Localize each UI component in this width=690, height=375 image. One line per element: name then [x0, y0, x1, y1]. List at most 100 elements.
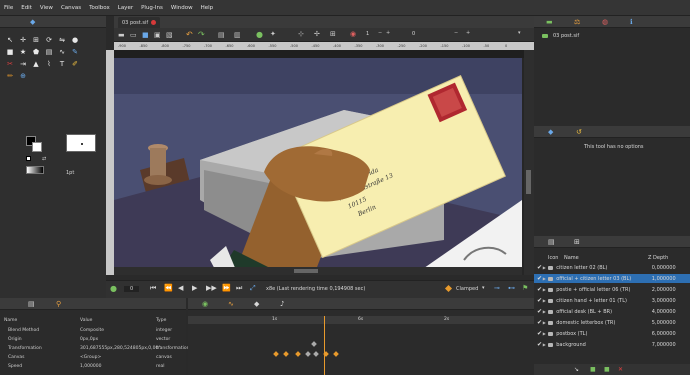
time-ruler[interactable]: 1s 6s 2s	[188, 316, 534, 324]
redo-icon[interactable]: ↷	[198, 30, 205, 39]
animation-mode-icon[interactable]: ●	[110, 284, 117, 293]
brush-size-preview[interactable]	[66, 134, 96, 152]
param-row[interactable]: Origin 0px,0px vector	[0, 335, 186, 344]
seek-next-frame-icon[interactable]: ▶▶	[206, 284, 217, 292]
bounds-icon[interactable]: ⤢	[250, 284, 256, 293]
preview-icon[interactable]: ▤	[218, 31, 225, 39]
layer-row[interactable]: ✔ ▶ official + citizen letter 03 (BL) 1,000…	[534, 274, 690, 283]
document-tab[interactable]: 03 post.sif	[118, 17, 161, 28]
width-value[interactable]: 1pt	[66, 170, 74, 176]
interpolation-dropdown-icon[interactable]: ▾	[482, 285, 485, 291]
sound-tab-icon[interactable]: ♪	[280, 300, 284, 308]
menu-item-file[interactable]: File	[4, 5, 13, 11]
rotate-tool-icon[interactable]: ⟳	[45, 36, 53, 44]
open-icon[interactable]: ▭	[130, 31, 137, 39]
snap-grid-icon[interactable]: ✢	[314, 30, 320, 38]
menu-item-view[interactable]: View	[40, 5, 53, 11]
param-row[interactable]: Transformation 301,687555px,280,524805px,…	[0, 344, 189, 353]
canvas-scene[interactable]: INGA Musikschule Frida Wellentinstraße 1…	[114, 50, 534, 275]
current-time-field[interactable]: 0	[124, 286, 140, 292]
close-tab-icon[interactable]	[151, 20, 157, 25]
menu-item-layer[interactable]: Layer	[118, 5, 133, 11]
params-tab-icon[interactable]: ▤	[28, 300, 35, 308]
layer-row[interactable]: ✔ ▶ domestic letterbox (TR) 5,000000	[534, 318, 690, 327]
layer-row[interactable]: ✔ ▶ postbox (TL) 6,000000	[534, 329, 690, 338]
text-tool-icon[interactable]: T	[58, 60, 66, 68]
quality-icon[interactable]: ▥	[234, 31, 241, 39]
param-value[interactable]: 1,000000	[80, 364, 101, 369]
width-tool-icon[interactable]: ⇥	[19, 60, 27, 68]
param-value[interactable]: <Group>	[80, 355, 101, 360]
expand-layer-icon[interactable]: ▶	[543, 309, 548, 314]
menu-item-edit[interactable]: Edit	[21, 5, 32, 11]
frame-decrease-icon[interactable]: −	[378, 30, 382, 36]
undo-icon[interactable]: ↶	[186, 30, 193, 39]
param-row[interactable]: Blend Method Composite integer	[0, 326, 186, 335]
polygon-tool-icon[interactable]: ⬟	[32, 48, 40, 56]
cutout-tool-icon[interactable]: ✂	[6, 60, 14, 68]
params-col-type[interactable]: Type	[156, 318, 166, 323]
render-icon[interactable]: ▧	[166, 31, 173, 39]
expand-layer-icon[interactable]: ▶	[543, 276, 548, 281]
canvas-browser-item[interactable]: 03 post.sif	[542, 33, 579, 39]
layers-col-name[interactable]: Name	[564, 255, 640, 261]
draw-tool-icon[interactable]: ✎	[71, 48, 79, 56]
keyframe-marker[interactable]	[313, 351, 319, 357]
layer-row[interactable]: ✔ ▶ citizen hand + letter 01 (TL) 3,000000	[534, 296, 690, 305]
gradient-preview[interactable]	[26, 166, 44, 174]
param-row[interactable]: Canvas <Group> canvas	[0, 353, 186, 362]
play-icon[interactable]: ▶	[192, 284, 197, 292]
circle-tool-icon[interactable]: ●	[71, 36, 79, 44]
sketch-tool-icon[interactable]: ✐	[71, 60, 79, 68]
menu-item-plug-ins[interactable]: Plug-Ins	[141, 5, 163, 11]
about-tab-icon[interactable]: ℹ	[630, 18, 633, 26]
keyframe-marker[interactable]	[283, 351, 289, 357]
save-icon[interactable]: ■	[142, 31, 149, 39]
seek-begin-icon[interactable]: ⏮	[150, 284, 156, 293]
show-grid-icon[interactable]: ⊹	[298, 30, 304, 38]
mirror-tool-icon[interactable]: ⇋	[58, 36, 66, 44]
zoom-field[interactable]: 0	[412, 31, 415, 37]
onion-icon[interactable]: ◉	[350, 30, 356, 38]
keyframe-marker[interactable]	[273, 351, 279, 357]
expand-layer-icon[interactable]: ▶	[543, 298, 548, 303]
param-value[interactable]: 301,687555px,280,524805px,0,00°	[80, 346, 161, 351]
guides-icon[interactable]: ⊞	[330, 30, 336, 38]
rectangle-tool-icon[interactable]: ■	[6, 48, 14, 56]
delete-layer-icon[interactable]: ✕	[618, 366, 623, 373]
info-tab-icon[interactable]: ◍	[602, 18, 608, 26]
play-preview-icon[interactable]: ●	[256, 30, 263, 39]
new-icon[interactable]: ▬	[118, 31, 125, 39]
library-tab-icon[interactable]: ⚲	[56, 300, 61, 308]
layer-row[interactable]: ✔ ▶ background 7,000000	[534, 340, 690, 349]
menu-item-canvas[interactable]: Canvas	[61, 5, 81, 11]
params-col-value[interactable]: Value	[80, 318, 92, 323]
duplicate-layer-icon[interactable]: ■	[604, 366, 610, 373]
keyframe-lock-icon[interactable]: ⊸	[494, 284, 500, 292]
time-cursor[interactable]	[324, 316, 325, 375]
eyedrop-tool-icon[interactable]: ⌇	[45, 60, 53, 68]
expand-layer-icon[interactable]: ▶	[543, 287, 548, 292]
menu-item-help[interactable]: Help	[201, 5, 214, 11]
layer-row[interactable]: ✔ ▶ citizen letter 02 (BL) 0,000000	[534, 263, 690, 272]
seek-next-keyframe-icon[interactable]: ⏩	[222, 284, 231, 292]
default-colors-icon[interactable]	[26, 156, 31, 161]
seek-prev-frame-icon[interactable]: ◀	[178, 284, 183, 292]
toolbar-menu-icon[interactable]: ▾	[518, 30, 521, 36]
navigator-tab-icon[interactable]: ⚖	[574, 18, 580, 26]
params-col-name[interactable]: Name	[4, 318, 17, 323]
save-as-icon[interactable]: ▣	[154, 31, 161, 39]
layers-col-icon[interactable]: Icon	[548, 255, 564, 261]
keyframe-marker[interactable]	[333, 351, 339, 357]
keyframe-marker[interactable]	[311, 341, 317, 347]
history-tab-icon[interactable]: ↺	[576, 128, 582, 136]
transform-tool-icon[interactable]: ↖	[6, 36, 14, 44]
keyframe-lock-next-icon[interactable]: ⊷	[508, 284, 515, 292]
zoom-tool-icon[interactable]: ⊕	[19, 72, 27, 80]
keyframe-marker[interactable]	[305, 351, 311, 357]
param-row[interactable]: Speed 1,000000 real	[0, 362, 186, 371]
param-value[interactable]: Composite	[80, 328, 104, 333]
zoom-increase-icon[interactable]: +	[466, 30, 470, 36]
expand-layer-icon[interactable]: ▶	[543, 342, 548, 347]
onion-skin-icon[interactable]: ✦	[270, 30, 276, 38]
